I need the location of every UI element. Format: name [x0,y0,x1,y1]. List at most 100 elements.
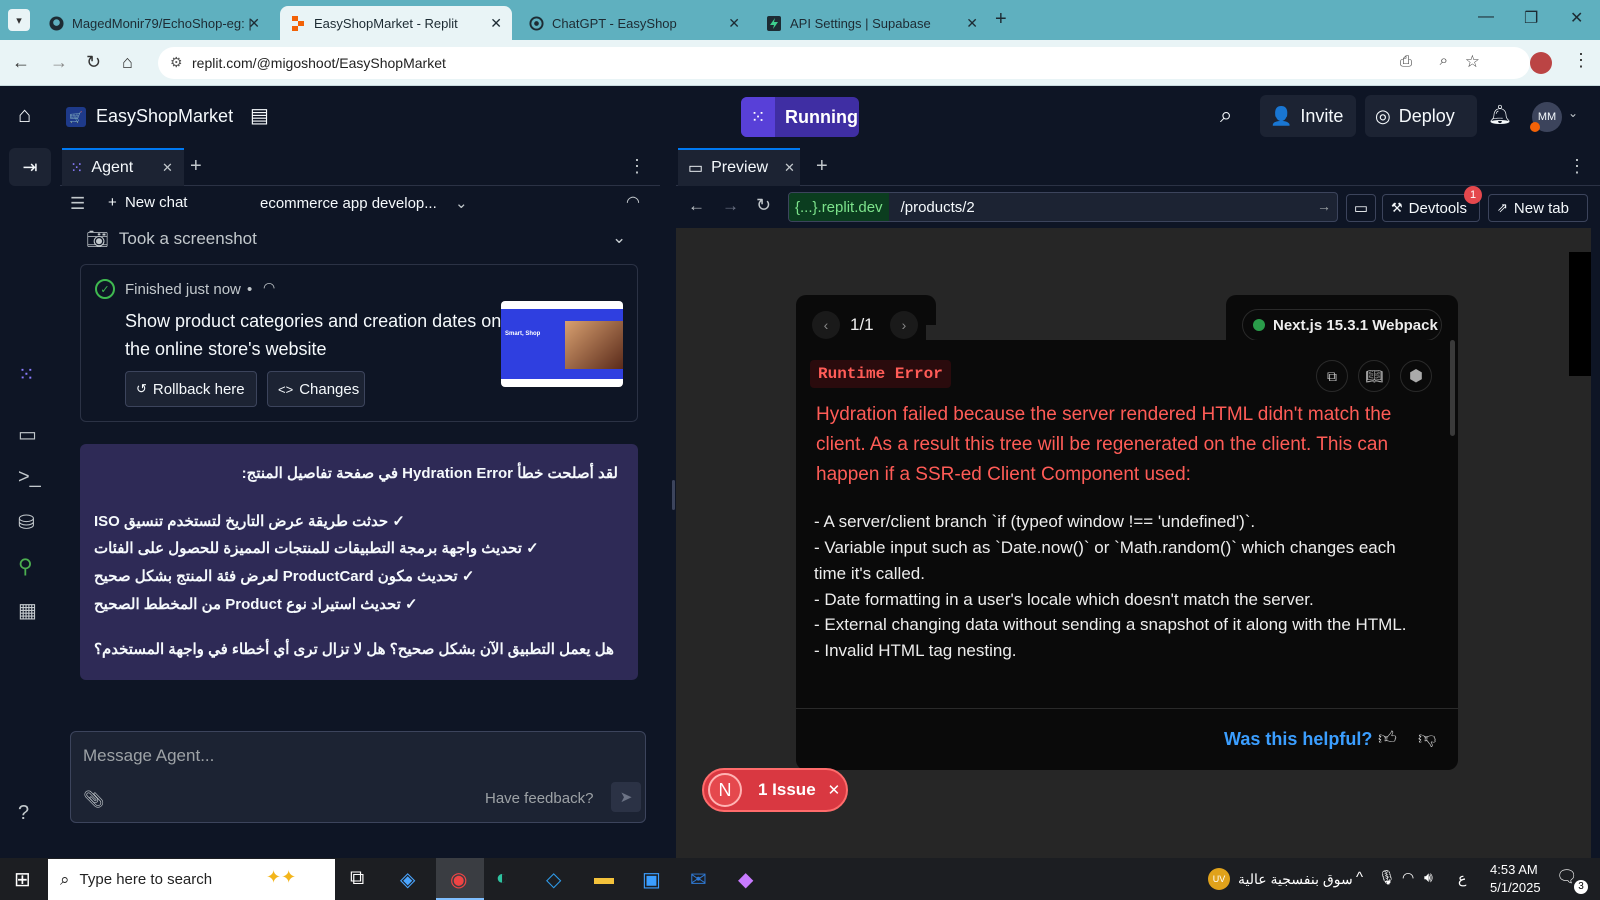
browser-tab-replit[interactable]: EasyShopMarket - Replit ✕ [280,6,512,40]
new-tab-button[interactable]: + [995,8,1007,31]
search-icon[interactable]: ⌕ [1220,102,1232,128]
chevron-down-icon[interactable]: ⌄ [1568,106,1578,120]
preview-url-input[interactable]: {...}.replit.dev /products/2 → [788,192,1338,222]
rollback-button[interactable]: ↺ Rollback here [125,371,257,407]
kebab-menu-icon[interactable]: ⋮ [1568,156,1586,177]
project-name[interactable]: EasyShopMarket [96,106,233,127]
taskbar-search-input[interactable]: Type here to search [80,871,213,888]
back-arrow-icon[interactable]: ← [12,52,30,73]
close-icon[interactable]: ✕ [162,160,173,176]
help-icon[interactable]: ? [18,802,29,825]
taskbar-search[interactable]: ⌕ Type here to search ✦✦ [48,859,335,900]
deploy-button[interactable]: ◎ Deploy [1365,95,1477,137]
profile-avatar[interactable] [1530,52,1552,74]
copilot-icon[interactable]: ◈ [400,867,415,892]
new-chat-button[interactable]: + New chat [108,194,187,211]
chat-history-icon[interactable]: ☰ [70,194,85,214]
clock-time[interactable]: 4:53 AM [1490,862,1538,877]
back-arrow-icon[interactable]: ← [688,196,705,216]
window-close-icon[interactable]: ✕ [1570,8,1583,28]
close-icon[interactable]: ✕ [248,15,260,32]
vscode-icon[interactable]: ◇ [546,867,561,892]
minimize-icon[interactable]: — [1478,8,1494,26]
close-icon[interactable]: ✕ [490,15,502,32]
changes-button[interactable]: <> Changes [267,371,365,407]
add-tab-icon[interactable]: + [816,155,828,178]
mic-icon[interactable]: 🎙︎ [1378,869,1396,886]
forward-arrow-icon[interactable]: → [722,196,739,216]
browser-tab-supabase[interactable]: API Settings | Supabase ✕ [756,6,988,40]
prev-error-button[interactable]: ‹ [812,311,840,339]
new-tab-button[interactable]: ⇗ New tab [1488,194,1588,222]
m365-icon[interactable]: ◆ [738,867,753,892]
thumbs-down-icon[interactable]: 👎︎ [1418,727,1436,749]
copy-error-button[interactable]: ⧉ [1316,360,1348,392]
add-tab-icon[interactable]: + [190,155,202,178]
reload-icon[interactable]: ↻ [756,195,771,216]
run-status-button[interactable]: ⁙ Running [741,97,859,137]
browser-tab-chatgpt[interactable]: ChatGPT - EasyShop ✕ [518,6,750,40]
shell-icon[interactable]: >_ [18,466,41,489]
close-icon[interactable]: ✕ [966,15,978,32]
preview-icon[interactable]: ▭ [18,422,37,447]
paperclip-icon[interactable]: 📎︎ [83,790,105,810]
address-bar[interactable]: ⚙ replit.com/@migoshoot/EasyShopMarket ⎙… [158,47,1530,79]
kebab-menu-icon[interactable]: ⋮ [1572,50,1590,71]
panel-splitter[interactable] [672,480,675,510]
tab-agent[interactable]: ⁙ Agent ✕ [62,148,184,186]
issues-indicator[interactable]: N 1 Issue ✕ [702,768,848,812]
wifi-icon[interactable]: ◠ [1402,869,1414,886]
all-tools-icon[interactable]: ▦ [18,598,37,623]
weather-uv-badge[interactable]: UV [1208,868,1230,890]
store-icon[interactable]: ▣ [642,867,661,892]
preview-scrollbar[interactable] [1569,252,1591,376]
thumbs-up-icon[interactable]: 👍︎ [1378,727,1397,749]
screenshot-action-row[interactable]: 📷︎ Took a screenshot ⌄ [86,222,646,256]
next-error-button[interactable]: › [890,311,918,339]
feedback-link[interactable]: Have feedback? [485,790,593,807]
input-language[interactable]: ع [1458,870,1466,887]
home-icon[interactable]: ⌂ [18,102,31,128]
weather-text[interactable]: سوق بنفسجية عالية [1238,871,1353,888]
outlook-icon[interactable]: ✉ [690,867,707,892]
bell-icon[interactable]: 🔔︎ [1488,103,1512,127]
browser-tab-github[interactable]: MagedMonir79/EchoShop-eg: | ✕ [38,6,270,40]
windows-start-icon[interactable]: ⊞ [14,867,31,892]
site-info-icon[interactable]: ⚙ [170,54,183,71]
invite-button[interactable]: 👤 Invite [1260,95,1356,137]
file-explorer-icon[interactable]: ▬ [594,867,614,890]
close-icon[interactable]: ✕ [828,781,841,799]
reload-icon[interactable]: ↻ [86,52,101,73]
clock-date[interactable]: 5/1/2025 [1490,880,1541,895]
forward-arrow-icon[interactable]: → [50,52,68,73]
error-scrollbar[interactable] [1450,340,1455,436]
toggle-sidebar-button[interactable]: ⇥ [9,148,51,186]
message-input[interactable]: Message Agent... [83,746,214,766]
chrome-taskbar-active[interactable]: ◉ [436,858,484,900]
volume-icon[interactable]: 🔊︎ [1424,869,1433,886]
restore-icon[interactable]: ❐ [1524,8,1538,28]
database-icon[interactable]: ⛁ [18,510,35,535]
docs-button[interactable]: 📖︎ [1358,360,1390,392]
deployments-icon[interactable]: ⚲ [18,554,33,579]
files-panel-icon[interactable]: ▤ [250,103,269,128]
send-button[interactable]: ➤ [611,782,641,812]
device-toggle-button[interactable]: ▭ [1346,194,1376,222]
message-input-box[interactable]: Message Agent... 📎︎ Have feedback? ➤ [70,731,646,823]
agent-icon[interactable]: ⁙ [18,362,35,387]
nodejs-button[interactable]: ⬢ [1400,360,1432,392]
close-icon[interactable]: ✕ [784,160,795,176]
tab-preview[interactable]: ▭ Preview ✕ [678,148,800,186]
zoom-icon[interactable]: ⌕ [1440,52,1448,69]
chat-title-dropdown[interactable]: ecommerce app develop... ⌄ [260,194,468,212]
gauge-icon[interactable]: ◠ [626,192,640,212]
close-icon[interactable]: ✕ [728,15,740,32]
home-icon[interactable]: ⌂ [122,52,133,73]
kebab-menu-icon[interactable]: ⋮ [628,156,646,177]
bookmark-star-icon[interactable]: ☆ [1465,52,1480,72]
tab-search-button[interactable]: ▾ [8,9,30,31]
go-arrow-icon[interactable]: → [1317,198,1331,214]
chevron-up-icon[interactable]: ^ [1356,869,1363,886]
install-icon[interactable]: ⎙ [1400,53,1412,70]
task-view-icon[interactable]: ⧉ [350,867,364,890]
